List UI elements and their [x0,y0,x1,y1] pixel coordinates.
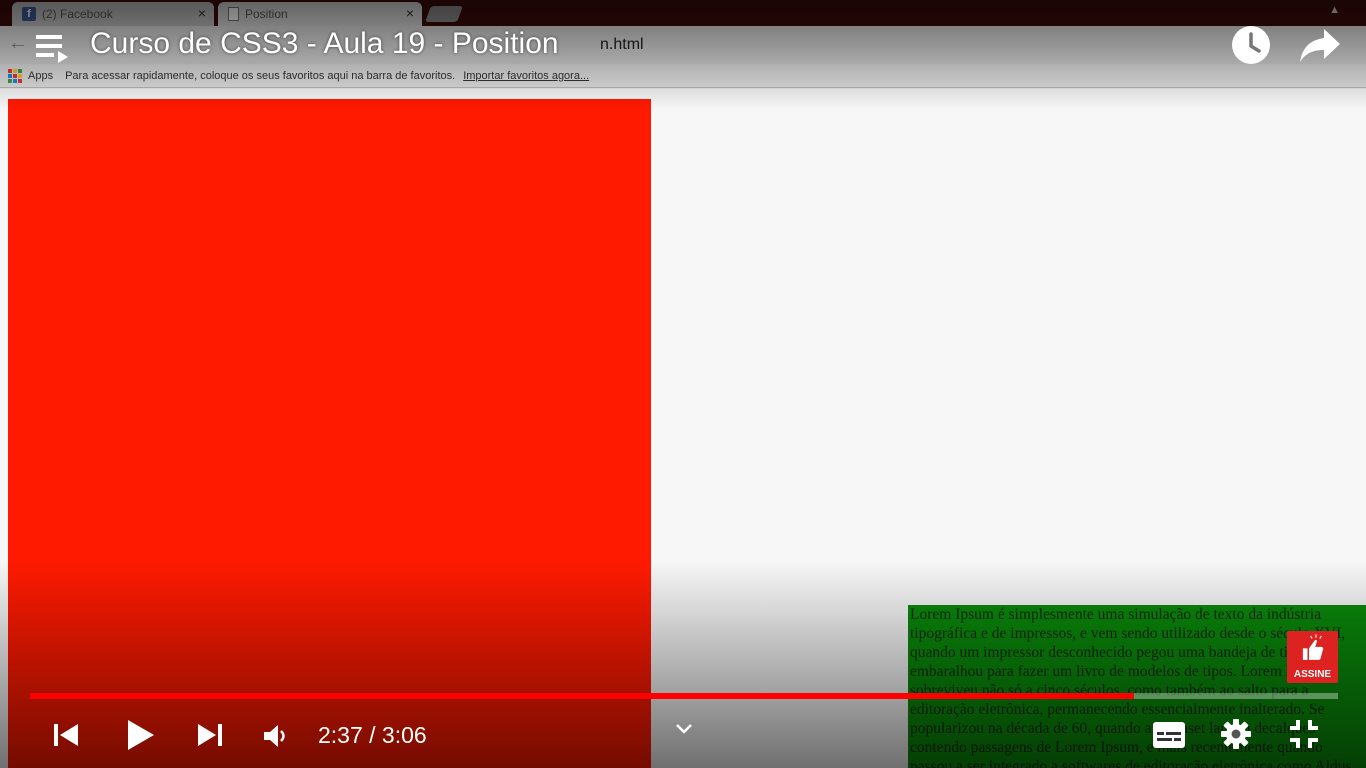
document-icon [228,7,239,21]
clock-icon[interactable] [1231,25,1271,65]
progress-bar[interactable] [30,693,1338,699]
page-viewport: Lorem Ipsum é simplesmente uma simulação… [0,89,1366,768]
video-frame[interactable]: f (2) Facebook × Position × ▲ ← n.html A… [0,0,1366,768]
exit-fullscreen-icon[interactable] [1288,718,1320,750]
playlist-icon[interactable] [36,33,70,63]
video-title[interactable]: Curso de CSS3 - Aula 19 - Position [90,27,559,61]
close-icon: × [405,5,414,21]
share-arrow-icon[interactable] [1298,25,1342,65]
volume-icon[interactable] [262,722,290,750]
facebook-icon: f [22,7,36,21]
browser-tab-strip: f (2) Facebook × Position × ▲ [0,0,1366,26]
gear-icon[interactable] [1220,718,1252,750]
address-url-fragment: n.html [600,36,644,53]
subscribe-button[interactable]: ASSINE [1287,631,1338,683]
apps-grid-icon [8,68,22,83]
back-arrow-icon: ← [8,32,28,54]
chevron-down-icon[interactable] [674,722,694,736]
bookmarks-hint: Para acessar rapidamente, coloque os seu… [65,69,456,82]
time-display: 2:37 / 3:06 [318,722,427,748]
bookmarks-bar: Apps Para acessar rapidamente, coloque o… [0,64,1366,88]
red-box [8,99,651,768]
tab-title: (2) Facebook [42,7,113,21]
new-tab-icon [425,6,463,22]
tab-position: Position × [218,2,422,26]
close-icon: × [197,5,206,21]
import-bookmarks-link: Importar favoritos agora... [463,69,590,82]
tab-facebook: f (2) Facebook × [12,2,214,26]
skip-previous-icon[interactable] [52,722,80,748]
profile-icon: ▲ [1329,4,1340,16]
skip-next-icon[interactable] [196,722,224,748]
progress-bar-fill [30,693,1134,699]
thumbs-up-icon [1302,634,1324,660]
play-icon[interactable] [124,718,156,752]
apps-label: Apps [28,69,54,82]
subtitles-icon[interactable] [1152,721,1186,749]
tab-title: Position [245,7,288,21]
subscribe-label: ASSINE [1293,669,1332,680]
